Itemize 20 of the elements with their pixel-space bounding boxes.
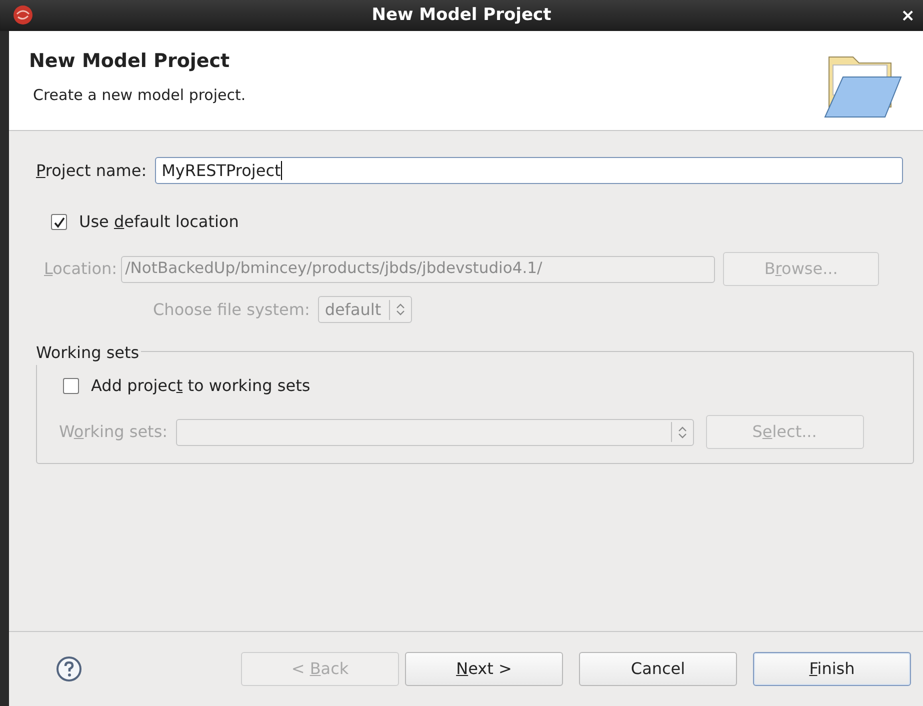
- page-title: New Model Project: [29, 49, 231, 74]
- checkbox[interactable]: [51, 214, 67, 230]
- page-description: Create a new model project.: [32, 84, 246, 106]
- field-label: Choose file system:: [153, 298, 310, 320]
- checkbox[interactable]: [63, 378, 79, 394]
- field-label: Working sets:: [59, 421, 168, 443]
- dialog-button[interactable]: Next >: [405, 652, 563, 686]
- field-label: Location:: [44, 258, 118, 280]
- dialog-button[interactable]: Finish: [753, 652, 911, 686]
- close-button[interactable]: ×: [900, 4, 915, 30]
- help-icon[interactable]: [56, 656, 82, 682]
- spinner-icon: [396, 303, 406, 316]
- checkbox-label: Add project to working sets: [91, 375, 310, 397]
- app-logo-icon: [12, 4, 34, 26]
- text-input[interactable]: MyRESTProject: [154, 157, 903, 184]
- checkbox-label: Use default location: [79, 211, 239, 233]
- dialog-button[interactable]: Cancel: [579, 652, 737, 686]
- spinner-icon: [678, 426, 687, 438]
- window-title: New Model Project: [372, 4, 552, 27]
- field-label: Project name:: [36, 160, 147, 182]
